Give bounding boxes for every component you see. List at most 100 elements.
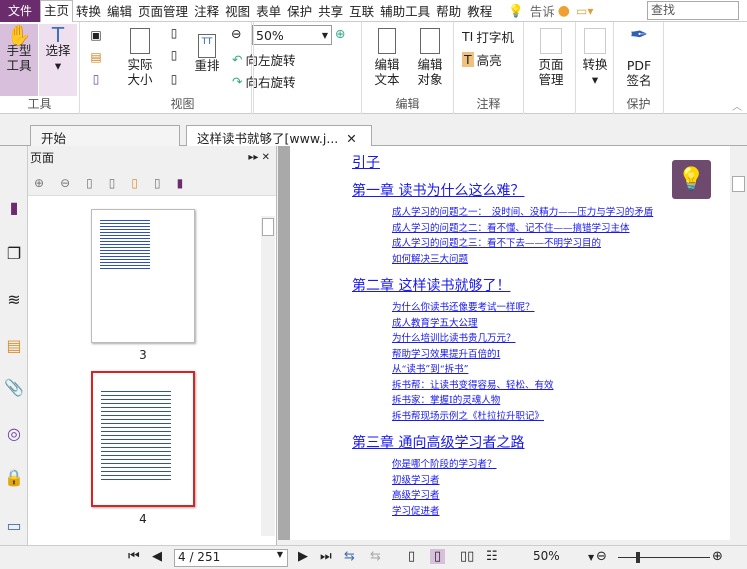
expand-icon[interactable]: ▸▸ ✕ <box>248 146 270 170</box>
delete-page-icon[interactable]: ▯ <box>154 176 161 190</box>
menu-protect[interactable]: 保护 <box>284 1 315 20</box>
toc-item[interactable]: 成人教育学五大公理 <box>392 316 692 332</box>
lightbulb-icon[interactable]: 💡 <box>505 3 527 19</box>
menu-file[interactable]: 文件 <box>0 0 40 22</box>
toc-item[interactable]: 初级学习者 <box>392 473 692 489</box>
toc-item[interactable]: 成人学习的问题之三：看不下去——不明学习目的 <box>392 236 692 252</box>
toc-item[interactable]: 成人学习的问题之二：看不懂、记不住——搞错学习主体 <box>392 221 692 237</box>
toc-item[interactable]: 为什么培训比读书贵几万元？ <box>392 331 692 347</box>
toc-item[interactable]: 高级学习者 <box>392 488 692 504</box>
menu-accessibility[interactable]: 辅助工具 <box>377 1 433 20</box>
fit-page-icon[interactable]: ▯ <box>164 26 184 46</box>
toc-item[interactable]: 你是哪个阶段的学习者？ <box>392 457 692 473</box>
hand-tool-button[interactable]: ✋ 手型 工具 <box>0 24 38 96</box>
edit-text-button[interactable]: 编辑 文本 <box>370 28 404 87</box>
zoom-in-icon[interactable]: ⊕ <box>712 549 723 564</box>
continuous-facing-icon[interactable]: ☷ <box>486 549 498 564</box>
zoom-out-icon[interactable]: ⊖ <box>231 26 241 41</box>
zoom-level[interactable]: 50% <box>533 549 560 563</box>
menu-connect[interactable]: 互联 <box>346 1 377 20</box>
lock-icon[interactable]: 🔒 <box>4 468 24 488</box>
select-tool-button[interactable]: T 选择 ▾ <box>39 24 77 96</box>
toc-item[interactable]: 如何解决三大问题 <box>392 252 692 268</box>
zoom-in-icon[interactable]: ⊕ <box>335 26 345 41</box>
menu-comment[interactable]: 注释 <box>191 1 222 20</box>
continuous-page-icon[interactable]: ▯ <box>430 549 446 564</box>
extract-page-icon[interactable]: ▯ <box>109 176 116 190</box>
typewriter-button[interactable]: TI 打字机 <box>462 27 514 46</box>
zoom-in-page-icon[interactable]: ⊕ <box>34 176 44 190</box>
snapshot-icon[interactable]: ▣ <box>86 28 106 48</box>
toc-item[interactable]: 从“读书”到“拆书” <box>392 362 692 378</box>
zoom-slider[interactable] <box>618 552 710 563</box>
toc-item[interactable]: 拆书帮现场示例之《杜拉拉升职记》 <box>392 409 692 425</box>
single-page-icon[interactable]: ▯ <box>408 549 415 564</box>
reflow-button[interactable]: TT 重排 <box>190 32 224 73</box>
layers-icon[interactable]: ≋ <box>4 290 24 310</box>
signature-icon[interactable]: ◎ <box>4 424 24 444</box>
fit-width-icon[interactable]: ▯ <box>164 48 184 68</box>
menu-home[interactable]: 主页 <box>40 0 74 22</box>
convert-button[interactable]: 转换 ▾ <box>578 28 612 87</box>
actual-size-button[interactable]: 实际 大小 <box>122 28 158 87</box>
menu-share[interactable]: 共享 <box>315 1 346 20</box>
zoom-out-icon[interactable]: ⊖ <box>596 549 607 564</box>
pages-icon[interactable]: ❐ <box>4 244 24 264</box>
heart-icon[interactable]: ● <box>558 3 570 19</box>
insert-page-icon[interactable]: ▯ <box>86 176 93 190</box>
prev-page-icon[interactable]: ◀ <box>152 549 162 564</box>
first-page-icon[interactable]: ⏮ <box>128 549 140 564</box>
menu-page-manage[interactable]: 页面管理 <box>135 1 191 20</box>
attachment-icon[interactable]: 📎 <box>4 378 24 398</box>
tab-start[interactable]: 开始 <box>30 125 180 146</box>
menu-edit[interactable]: 编辑 <box>104 1 135 20</box>
facing-page-icon[interactable]: ▯▯ <box>460 549 474 564</box>
zoom-select[interactable]: 50% ▼ <box>252 25 332 45</box>
menu-form[interactable]: 表单 <box>253 1 284 20</box>
collapse-ribbon-icon[interactable]: ︿ <box>732 98 742 113</box>
menu-convert[interactable]: 转换 <box>73 1 104 20</box>
bookmark-icon[interactable]: ▮ <box>4 198 24 218</box>
page-thumbnail-4[interactable] <box>91 371 195 507</box>
toc-item[interactable]: 拆书帮：让读书变得容易、轻松、有效 <box>392 378 692 394</box>
toc-chapter[interactable]: 第三章 通向高级学习者之路 <box>352 432 730 452</box>
comments-icon[interactable]: ▤ <box>4 336 24 356</box>
toc-item[interactable]: 为什么你读书还像要考试一样呢？ <box>392 300 692 316</box>
tell-me[interactable]: 告诉 <box>527 1 558 20</box>
next-view-icon[interactable]: ⇆ <box>370 549 381 564</box>
toc-chapter[interactable]: 第二章 这样读书就够了！ <box>352 275 730 295</box>
thumb-scrollbar[interactable] <box>261 216 275 536</box>
search-input[interactable]: 查找 <box>647 1 739 20</box>
panel-icon[interactable]: ▭ <box>4 516 24 536</box>
previous-view-icon[interactable]: ⇆ <box>344 549 355 564</box>
fit-visible-icon[interactable]: ▯ <box>164 72 184 92</box>
toc-item[interactable]: 成人学习的问题之一： 没时间、没精力——压力与学习的矛盾 <box>392 205 692 221</box>
add-page-icon[interactable]: ▯ <box>131 176 138 190</box>
menu-view[interactable]: 视图 <box>222 1 253 20</box>
zoom-dropdown-icon[interactable]: ▼ <box>588 553 594 562</box>
toc-item[interactable]: 帮助学习效果提升百倍的I <box>392 347 692 363</box>
highlight-button[interactable]: T 高亮 <box>462 50 502 69</box>
edit-object-button[interactable]: 编辑 对象 <box>410 28 450 87</box>
clipboard-icon[interactable]: ▤ <box>86 50 106 70</box>
page-number-input[interactable]: 4 / 251 ▼ <box>174 549 288 567</box>
page-properties-icon[interactable]: ▮ <box>177 176 184 190</box>
menu-help[interactable]: 帮助 <box>433 1 464 20</box>
toc-item[interactable]: 拆书家：掌握I的灵魂人物 <box>392 393 692 409</box>
page-manage-button[interactable]: 页面 管理 <box>530 28 572 87</box>
rotate-left-button[interactable]: ↶ 向左旋转 <box>232 50 296 69</box>
toc-item[interactable]: 学习促进者 <box>392 504 692 520</box>
last-page-icon[interactable]: ⏭ <box>320 549 332 564</box>
lightbulb-icon[interactable]: 💡 <box>672 160 711 199</box>
page-thumbnail-3[interactable] <box>91 209 195 343</box>
vertical-scrollbar[interactable] <box>730 146 747 540</box>
tab-document[interactable]: 这样读书就够了[www.j... ✕ <box>186 125 372 146</box>
zoom-out-page-icon[interactable]: ⊖ <box>60 176 70 190</box>
close-icon[interactable]: ✕ <box>346 131 356 146</box>
pdf-sign-button[interactable]: ✒ PDF 签名 <box>618 25 660 89</box>
menu-tutorial[interactable]: 教程 <box>464 1 495 20</box>
page-icon[interactable]: ▯ <box>86 72 106 92</box>
search-folder-icon[interactable]: ▭▾ <box>576 4 593 18</box>
rotate-right-button[interactable]: ↷ 向右旋转 <box>232 72 296 91</box>
next-page-icon[interactable]: ▶ <box>298 549 308 564</box>
